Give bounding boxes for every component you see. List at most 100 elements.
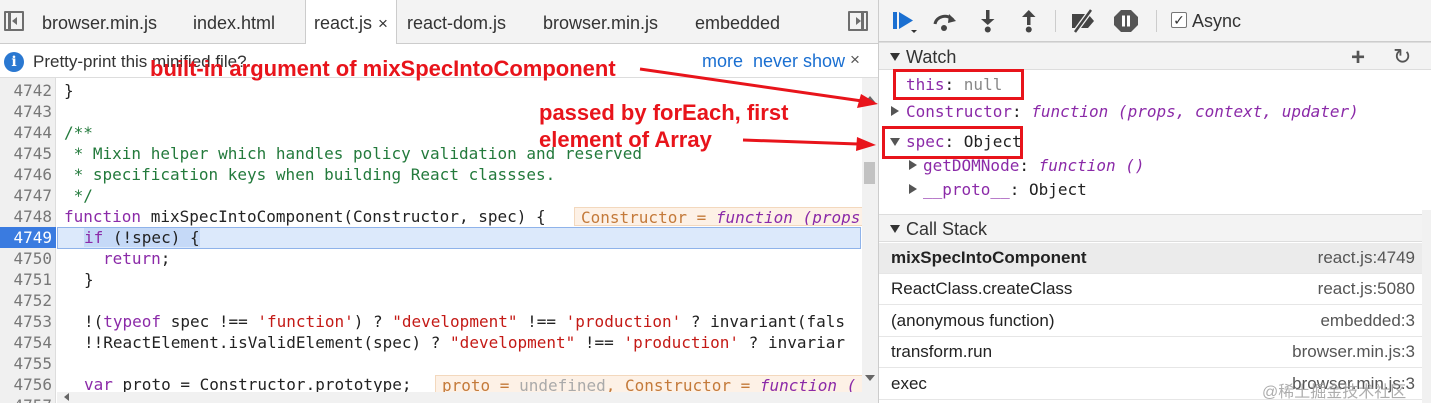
watch-value: function ()	[1038, 156, 1145, 175]
resume-icon[interactable]	[891, 8, 919, 34]
code-string: 'production'	[623, 333, 740, 352]
code-line: return;	[103, 248, 170, 269]
line-number[interactable]: 4746	[0, 164, 52, 185]
call-frame[interactable]: transform.run browser.min.js:3	[879, 337, 1431, 368]
code-text: ? invariant(fals	[681, 312, 846, 331]
scroll-down-arrow-icon[interactable]	[865, 375, 875, 381]
code-comment: * specification keys when building React…	[64, 165, 556, 184]
code-string: 'production'	[565, 312, 682, 331]
line-number-gutter[interactable]: 4742 4743 4744 4745 4746 4747 4748 4749 …	[0, 78, 56, 403]
code-line: if (!spec) {	[84, 227, 200, 248]
call-frame[interactable]: (anonymous function) embedded:3	[879, 306, 1431, 337]
frame-location[interactable]: react.js:5080	[1318, 279, 1415, 299]
step-into-icon[interactable]	[974, 8, 1002, 34]
expand-triangle-icon	[890, 225, 900, 233]
step-out-icon[interactable]	[1015, 8, 1043, 34]
code-string: "development"	[450, 333, 576, 352]
add-watch-icon[interactable]: +	[1351, 44, 1365, 72]
frame-name: ReactClass.createClass	[891, 279, 1073, 298]
tab-label: react-dom.js	[407, 13, 507, 33]
never-show-link[interactable]: never show	[753, 51, 845, 72]
debugger-sidebar: ✓ Async Watch + ↻ this: null Constructor…	[878, 0, 1431, 403]
step-over-icon[interactable]	[931, 8, 959, 34]
scroll-left-arrow-icon[interactable]	[64, 393, 69, 401]
watch-name: Constructor	[906, 102, 1012, 121]
code-text: ;	[160, 249, 171, 268]
sidebar-scrollbar[interactable]	[1422, 210, 1431, 403]
inline-value-text: Constructor =	[581, 208, 716, 226]
frame-location[interactable]: react.js:4749	[1318, 248, 1415, 268]
line-number[interactable]: 4752	[0, 290, 52, 311]
line-number[interactable]: 4750	[0, 248, 52, 269]
code-line: * specification keys when building React…	[64, 164, 556, 185]
code-line: !(typeof spec !== 'function') ? "develop…	[84, 311, 845, 332]
async-checkbox[interactable]: ✓	[1171, 12, 1187, 28]
editor-scroll-thumb[interactable]	[864, 162, 875, 184]
watch-separator: :	[1009, 180, 1029, 199]
code-string: "development"	[392, 312, 518, 331]
tab-label: browser.min.js	[42, 13, 158, 33]
watch-value: function (props, context, updater)	[1031, 102, 1359, 121]
expand-arrow-icon[interactable]	[891, 106, 899, 116]
code-editor[interactable]: 4742 4743 4744 4745 4746 4747 4748 4749 …	[0, 78, 862, 403]
code-line: */	[64, 185, 93, 206]
expand-arrow-icon[interactable]	[909, 160, 917, 170]
tab-embedded[interactable]: embedded	[695, 0, 780, 44]
code-keyword: typeof	[103, 312, 162, 331]
tab-browser-min-js-2[interactable]: browser.min.js	[543, 0, 658, 44]
inline-value-constructor: Constructor = function (props	[574, 207, 862, 226]
code-comment: */	[64, 186, 93, 205]
more-link[interactable]: more	[702, 51, 743, 72]
toolbar-separator	[1055, 10, 1056, 32]
expand-triangle-icon	[890, 53, 900, 61]
code-keyword: function	[64, 207, 142, 226]
code-string: 'function'	[257, 312, 354, 331]
frame-location[interactable]: embedded:3	[1320, 311, 1415, 331]
watch-title: Watch	[906, 47, 957, 67]
tab-react-js[interactable]: react.js ×	[305, 0, 397, 45]
line-number[interactable]: 4753	[0, 311, 52, 332]
watch-item-constructor[interactable]: Constructor: function (props, context, u…	[906, 100, 1359, 124]
tab-index-html[interactable]: index.html	[193, 0, 275, 44]
call-frame[interactable]: ReactClass.createClass react.js:5080	[879, 274, 1431, 305]
refresh-icon[interactable]: ↻	[1393, 44, 1411, 70]
line-number[interactable]: 4744	[0, 122, 52, 143]
code-line: /**	[64, 122, 93, 143]
close-icon[interactable]: ×	[850, 50, 860, 70]
debugger-toolbar: ✓ Async	[879, 0, 1431, 42]
call-stack-section-header[interactable]: Call Stack	[879, 214, 1431, 242]
expand-arrow-icon[interactable]	[909, 184, 917, 194]
watch-value: Object	[1028, 180, 1087, 199]
toggle-navigator-icon[interactable]	[4, 11, 24, 31]
async-label: Async	[1192, 11, 1242, 31]
watch-item-proto[interactable]: __proto__: Object	[923, 178, 1087, 202]
editor-horizontal-scrollbar[interactable]	[57, 392, 862, 403]
code-keyword: if	[84, 228, 104, 247]
line-number[interactable]: 4742	[0, 80, 52, 101]
pause-on-exceptions-icon[interactable]	[1112, 8, 1140, 34]
line-number[interactable]: 4743	[0, 101, 52, 122]
line-number[interactable]: 4745	[0, 143, 52, 164]
toggle-debugger-icon[interactable]	[848, 11, 868, 31]
line-number[interactable]: 4757	[0, 395, 52, 403]
tab-label: embedded	[695, 13, 781, 33]
line-number[interactable]: 4751	[0, 269, 52, 290]
tab-react-dom-js[interactable]: react-dom.js	[407, 0, 506, 44]
line-number[interactable]: 4748	[0, 206, 52, 227]
tab-close-icon[interactable]: ×	[378, 14, 388, 33]
deactivate-breakpoints-icon[interactable]	[1069, 8, 1097, 34]
watch-section-header[interactable]: Watch + ↻	[879, 42, 1431, 72]
execution-line-number[interactable]: 4749	[0, 227, 56, 248]
code-text: !!ReactElement.isValidElement(spec) ?	[84, 333, 451, 352]
scroll-up-arrow-icon[interactable]	[865, 96, 875, 102]
tab-browser-min-js[interactable]: browser.min.js	[42, 0, 157, 44]
editor-vertical-scrollbar[interactable]	[862, 78, 878, 403]
line-number[interactable]: 4755	[0, 353, 52, 374]
line-number[interactable]: 4756	[0, 374, 52, 395]
line-number[interactable]: 4754	[0, 332, 52, 353]
frame-location[interactable]: browser.min.js:3	[1292, 342, 1415, 362]
watermark: @稀土掘金技术社区	[1262, 384, 1407, 401]
tab-label: react.js	[314, 13, 373, 33]
call-frame[interactable]: mixSpecIntoComponent react.js:4749	[879, 243, 1431, 274]
line-number[interactable]: 4747	[0, 185, 52, 206]
